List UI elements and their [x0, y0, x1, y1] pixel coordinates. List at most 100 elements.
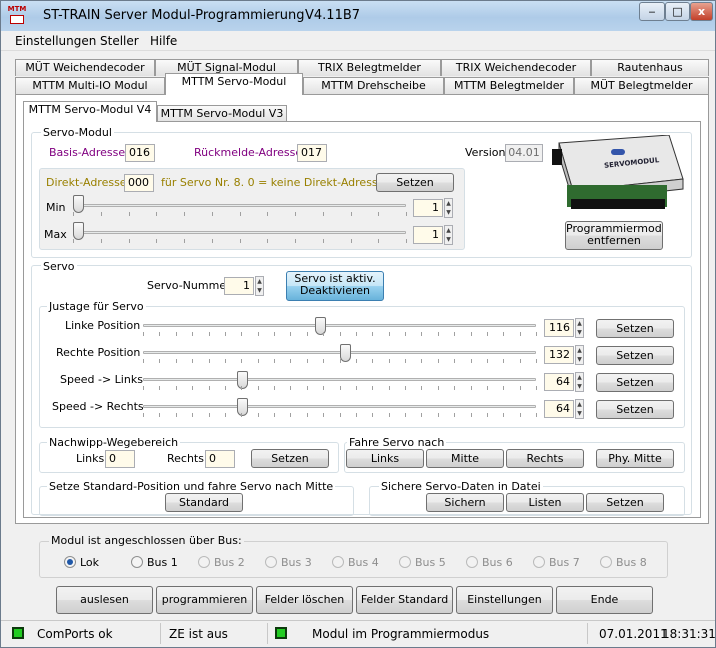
bus-radio-2[interactable] — [198, 556, 210, 568]
bus-radio-8[interactable] — [600, 556, 612, 568]
spin-down-icon[interactable]: ▼ — [576, 409, 583, 418]
servomodul-device-image: SERVOMODUL — [549, 134, 687, 215]
direkt-setzen-button[interactable]: Setzen — [376, 173, 454, 192]
rechte-position-setzen-button[interactable]: Setzen — [596, 346, 674, 365]
ende-button[interactable]: Ende — [556, 586, 653, 614]
bus-radio-lok[interactable] — [64, 556, 76, 568]
programmiermode-entfernen-button[interactable]: Programmiermode entfernen — [565, 221, 663, 250]
fahre-rechts-button[interactable]: Rechts — [506, 449, 584, 468]
bus-radio-6[interactable] — [466, 556, 478, 568]
listen-button[interactable]: Listen — [506, 493, 584, 512]
rechte-position-spinner[interactable]: ▲ ▼ — [575, 345, 584, 365]
min-spinner[interactable]: ▲ ▼ — [444, 198, 453, 218]
status-date: 07.01.2011 — [599, 627, 668, 641]
spin-up-icon[interactable]: ▲ — [576, 319, 583, 328]
maximize-button[interactable]: □ — [665, 2, 690, 21]
nachwipp-rechts-input[interactable]: 0 — [205, 450, 235, 468]
max-spinner[interactable]: ▲ ▼ — [444, 225, 453, 245]
spin-up-icon[interactable]: ▲ — [576, 373, 583, 382]
bus-radio-7[interactable] — [533, 556, 545, 568]
spin-down-icon[interactable]: ▼ — [445, 208, 452, 217]
linke-position-slider-thumb[interactable] — [315, 317, 326, 335]
spin-down-icon[interactable]: ▼ — [256, 286, 263, 295]
tab-trix-belegtmelder[interactable]: TRIX Belegtmelder — [298, 59, 441, 76]
linke-position-slider-track[interactable] — [143, 324, 536, 327]
slider-tick — [143, 332, 144, 336]
speed-rechts-slider-track[interactable] — [143, 405, 536, 408]
speed-links-input[interactable]: 64 — [544, 373, 574, 391]
programmieren-button[interactable]: programmieren — [156, 586, 253, 614]
einstellungen-button[interactable]: Einstellungen — [456, 586, 553, 614]
min-slider-thumb[interactable] — [73, 195, 84, 213]
subtab-servo-v4[interactable]: MTTM Servo-Modul V4 — [23, 101, 157, 122]
menu-steller[interactable]: Steller — [100, 34, 139, 48]
menu-einstellungen[interactable]: Einstellungen — [15, 34, 96, 48]
speed-rechts-setzen-button[interactable]: Setzen — [596, 400, 674, 419]
max-input[interactable]: 1 — [413, 226, 443, 244]
servo-aktiv-button[interactable]: Servo ist aktiv. Deaktivieren — [286, 271, 384, 301]
speed-links-slider-track[interactable] — [143, 378, 536, 381]
subtab-servo-v3[interactable]: MTTM Servo-Modul V3 — [157, 105, 287, 122]
bus-radio-1[interactable] — [131, 556, 143, 568]
speed-links-spinner[interactable]: ▲ ▼ — [575, 372, 584, 392]
tab-mttm-servo-modul[interactable]: MTTM Servo-Modul — [165, 73, 303, 95]
rechte-position-input[interactable]: 132 — [544, 346, 574, 364]
linke-position-input[interactable]: 116 — [544, 319, 574, 337]
fahre-mitte-button[interactable]: Mitte — [426, 449, 504, 468]
direkt-adresse-input[interactable]: 000 — [124, 174, 154, 192]
min-input[interactable]: 1 — [413, 199, 443, 217]
bus-radio-5[interactable] — [399, 556, 411, 568]
tab-muet-belegtmelder[interactable]: MÜT Belegtmelder — [574, 77, 709, 94]
max-slider-track[interactable] — [73, 231, 406, 234]
speed-rechts-spinner[interactable]: ▲ ▼ — [575, 399, 584, 419]
spin-down-icon[interactable]: ▼ — [576, 382, 583, 391]
app-window: MTM ST-TRAIN Server Modul-Programmierung… — [0, 0, 716, 648]
standard-button[interactable]: Standard — [165, 493, 243, 512]
tab-mttm-multi-io[interactable]: MTTM Multi-IO Modul — [15, 77, 165, 94]
max-slider-thumb[interactable] — [73, 222, 84, 240]
rueckmelde-adresse-input[interactable]: 017 — [297, 144, 327, 162]
spin-up-icon[interactable]: ▲ — [256, 277, 263, 286]
spin-up-icon[interactable]: ▲ — [445, 199, 452, 208]
basis-adresse-input[interactable]: 016 — [125, 144, 155, 162]
linke-position-setzen-button[interactable]: Setzen — [596, 319, 674, 338]
nachwipp-setzen-button[interactable]: Setzen — [251, 449, 329, 468]
auslesen-button[interactable]: auslesen — [56, 586, 153, 614]
tab-trix-weichendecoder[interactable]: TRIX Weichendecoder — [441, 59, 591, 76]
close-button[interactable]: x — [690, 2, 713, 21]
nachwipp-links-input[interactable]: 0 — [105, 450, 135, 468]
spin-up-icon[interactable]: ▲ — [576, 346, 583, 355]
felder-standard-button[interactable]: Felder Standard — [356, 586, 453, 614]
sichern-button[interactable]: Sichern — [426, 493, 504, 512]
fahre-links-button[interactable]: Links — [346, 449, 424, 468]
min-slider-track[interactable] — [73, 204, 406, 207]
tab-rautenhaus[interactable]: Rautenhaus — [591, 59, 709, 76]
menu-hilfe[interactable]: Hilfe — [150, 34, 177, 48]
spin-down-icon[interactable]: ▼ — [576, 355, 583, 364]
speed-rechts-slider-thumb[interactable] — [237, 398, 248, 416]
slider-tick — [421, 332, 422, 336]
fahre-phy-mitte-button[interactable]: Phy. Mitte — [596, 449, 674, 468]
rechte-position-slider-thumb[interactable] — [340, 344, 351, 362]
sichere-setzen-button[interactable]: Setzen — [586, 493, 664, 512]
spin-down-icon[interactable]: ▼ — [445, 235, 452, 244]
speed-rechts-input[interactable]: 64 — [544, 400, 574, 418]
tab-mttm-drehscheibe[interactable]: MTTM Drehscheibe — [303, 77, 444, 94]
sichere-group-label: Sichere Servo-Daten in Datei — [379, 480, 543, 493]
servo-nummer-input[interactable]: 1 — [224, 277, 254, 295]
bus-radio-4[interactable] — [332, 556, 344, 568]
spin-up-icon[interactable]: ▲ — [445, 226, 452, 235]
spin-up-icon[interactable]: ▲ — [576, 400, 583, 409]
slider-tick — [274, 332, 275, 336]
slider-tick — [421, 413, 422, 417]
minimize-button[interactable]: ‒ — [639, 2, 665, 21]
servo-nummer-spinner[interactable]: ▲ ▼ — [255, 276, 264, 296]
tab-mttm-belegtmelder[interactable]: MTTM Belegtmelder — [444, 77, 574, 94]
tab-muet-weichendecoder[interactable]: MÜT Weichendecoder — [15, 59, 155, 76]
spin-down-icon[interactable]: ▼ — [576, 328, 583, 337]
bus-radio-3[interactable] — [265, 556, 277, 568]
speed-links-slider-thumb[interactable] — [237, 371, 248, 389]
felder-loeschen-button[interactable]: Felder löschen — [256, 586, 353, 614]
speed-links-setzen-button[interactable]: Setzen — [596, 373, 674, 392]
linke-position-spinner[interactable]: ▲ ▼ — [575, 318, 584, 338]
